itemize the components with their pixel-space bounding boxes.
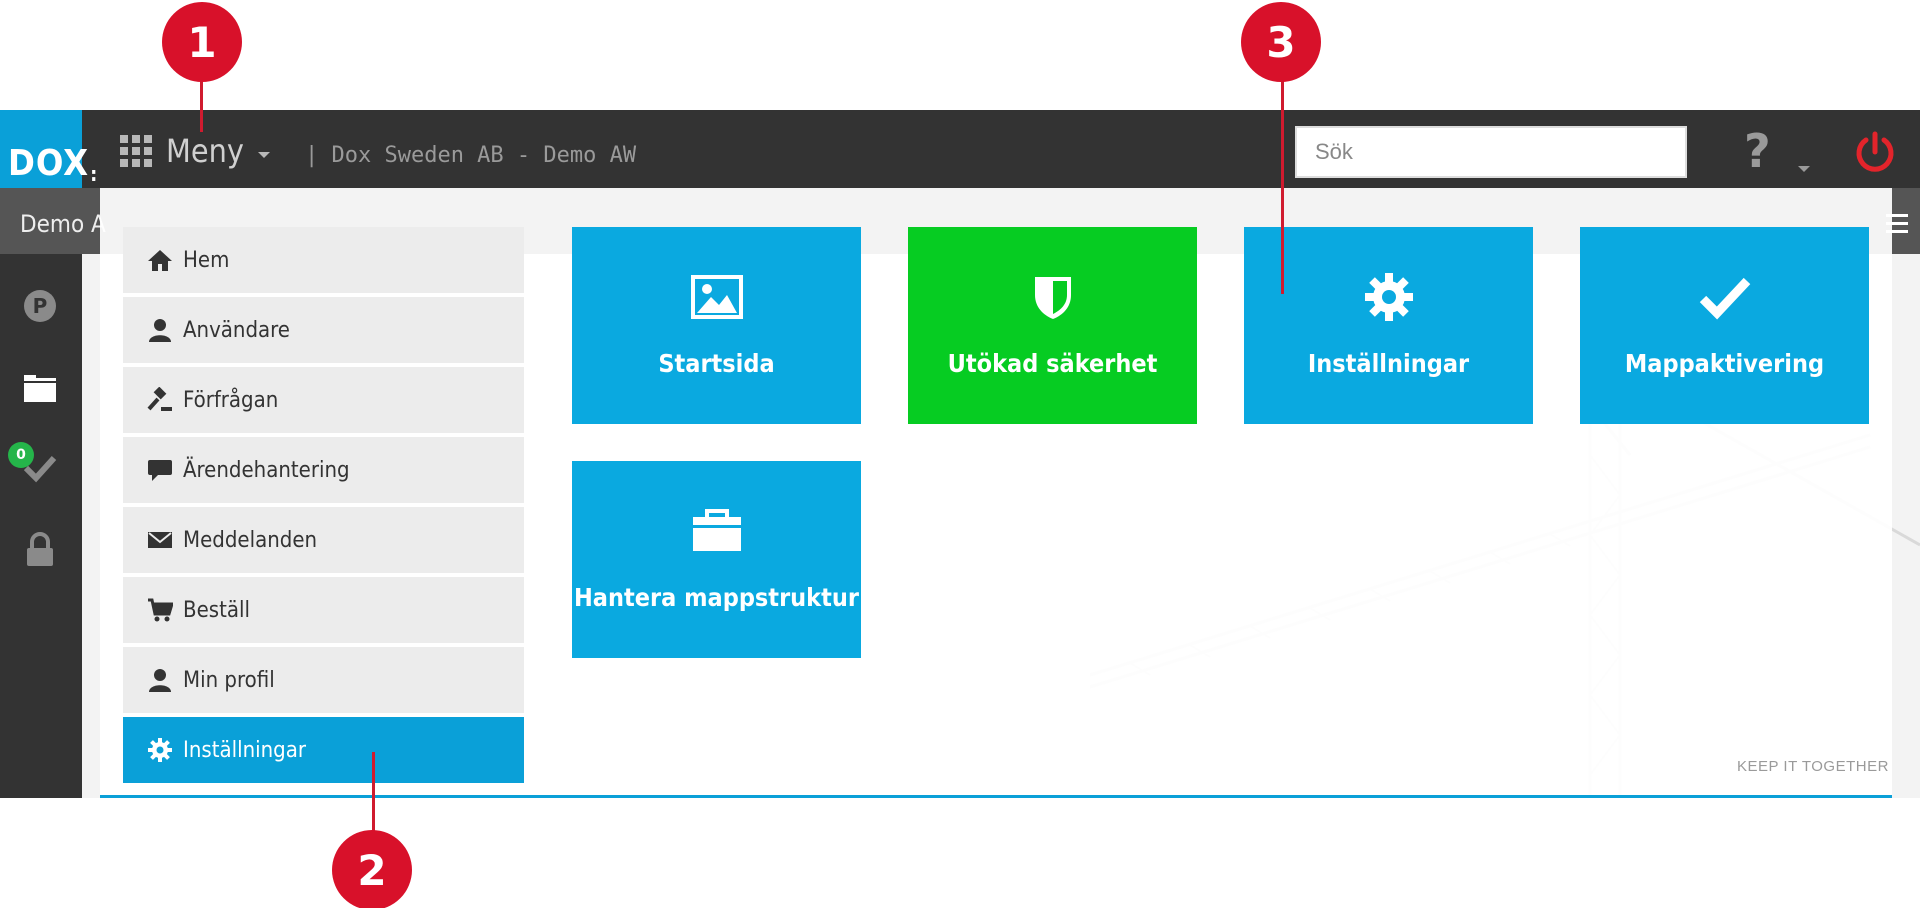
help-icon[interactable]: ? [1744,124,1771,178]
folder-icon[interactable] [22,370,58,406]
menu-item-bestall[interactable]: Beställ [123,577,524,643]
tile-label: Hantera mappstruktur [573,583,859,612]
company-name: | Dox Sweden AB - Demo AW [305,143,637,168]
menu-item-arendehantering[interactable]: Ärendehantering [123,437,524,503]
folder-icon [692,509,741,551]
menu-item-label: Användare [183,317,290,343]
gavel-icon [147,387,172,411]
callout-1-line [200,80,203,132]
tile-installningar[interactable]: Inställningar [1244,227,1533,424]
shield-icon [1034,277,1071,319]
menu-item-label: Förfrågan [183,387,279,413]
check-icon [1699,277,1750,320]
menu-item-anvandare[interactable]: Användare [123,297,524,363]
menu-item-meddelanden[interactable]: Meddelanden [123,507,524,573]
left-menu-list: Hem Användare Förfrågan Ärendehantering … [123,227,524,787]
menu-item-label: Ärendehantering [183,457,350,483]
menu-item-hem[interactable]: Hem [123,227,524,293]
tile-label: Mappaktivering [1624,349,1825,378]
callout-3-line [1281,80,1284,294]
home-icon [148,250,172,271]
menu-item-label: Min profil [183,667,275,693]
callout-3: 3 [1241,2,1321,82]
image-icon [690,275,743,319]
svg-text:P: P [33,294,48,318]
callout-1: 1 [162,2,242,82]
cart-icon [148,598,173,622]
comment-icon [148,460,172,481]
tile-hantera-mappstruktur[interactable]: Hantera mappstruktur [572,461,861,658]
chevron-down-icon [257,152,270,158]
dox-logo[interactable]: DOX: [0,110,97,194]
search-input[interactable]: Sök [1295,126,1687,178]
menu-item-label: Meddelanden [183,527,318,553]
lock-icon[interactable] [22,532,58,568]
tile-label: Inställningar [1307,349,1470,378]
menu-item-label: Beställ [183,597,250,623]
tagline: KEEP IT TOGETHER [1737,758,1889,775]
envelope-icon [148,532,172,548]
callout-2: 2 [332,830,412,908]
left-sidebar [0,254,82,798]
gear-icon [1364,273,1413,321]
user-icon [149,669,171,692]
tile-mappaktivering[interactable]: Mappaktivering [1580,227,1869,424]
menu-item-forfragan[interactable]: Förfrågan [123,367,524,433]
gear-icon [148,738,172,762]
help-dropdown-caret-icon[interactable] [1798,166,1810,172]
tile-label: Startsida [658,349,775,378]
power-icon[interactable] [1852,130,1898,176]
menu-item-min-profil[interactable]: Min profil [123,647,524,713]
parking-icon[interactable]: P [22,288,58,324]
menu-item-label: Hem [183,247,230,273]
logo-text: DOX [8,143,90,184]
tile-label: Utökad säkerhet [947,349,1158,378]
task-count-badge: 0 [8,442,34,468]
apps-grid-icon [120,135,152,167]
user-icon [149,319,171,342]
menu-button[interactable]: Meny [120,132,270,170]
sub-header-title: Demo A [20,210,106,238]
menu-item-label: Inställningar [183,737,306,763]
menu-label: Meny [166,132,244,170]
tile-utokad-sakerhet[interactable]: Utökad säkerhet [908,227,1197,424]
callout-2-line [372,752,375,838]
menu-item-installningar[interactable]: Inställningar [123,717,524,783]
tile-startsida[interactable]: Startsida [572,227,861,424]
